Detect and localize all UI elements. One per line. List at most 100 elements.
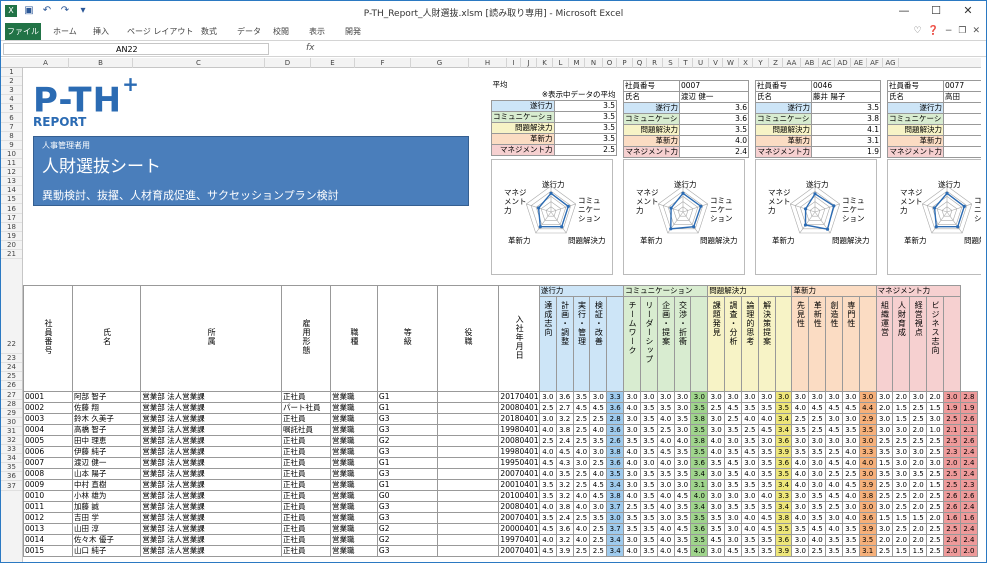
cell-score[interactable]: 3.5 [639,479,658,491]
cell-score[interactable]: 2.5 [926,435,944,447]
cell-score[interactable]: 3.5 [673,446,692,458]
cell-score[interactable]: 4.0 [707,435,726,447]
tab-file[interactable]: ファイル [5,23,41,40]
cell-score[interactable]: 3.0 [825,512,843,524]
cell-score[interactable]: 3.5 [639,402,658,414]
cell-score[interactable]: 3.0 [791,534,810,546]
cell-score[interactable]: 2.5 [572,545,591,557]
cell-score[interactable]: 3.6 [606,457,625,469]
cell-score[interactable]: 3.0 [926,413,944,425]
cell-score[interactable]: 4.5 [673,545,692,557]
row-header[interactable]: 18 [1,223,22,232]
column-header[interactable]: D [265,58,311,68]
cell-type[interactable]: 正社員 [280,501,332,513]
cell-score[interactable]: 3.6 [774,435,793,447]
column-header[interactable]: T [679,58,693,68]
cell-grade[interactable]: G2 [376,435,438,447]
cell-score[interactable]: 3.4 [774,479,793,491]
cell-score[interactable]: 3.0 [892,479,911,491]
cell-score[interactable]: 2.6 [959,435,979,447]
fx-icon[interactable]: fx [306,43,315,53]
cell-score[interactable]: 4.5 [724,545,742,557]
cell-score[interactable]: 3.0 [808,391,827,403]
cell-score[interactable]: 3.5 [707,523,726,535]
column-header[interactable]: C [133,58,265,68]
cell-name[interactable]: 山田 淳 [72,523,142,535]
cell-score[interactable]: 3.0 [639,457,658,469]
cell-score[interactable]: 2.5 [892,490,911,502]
cell-score[interactable]: 2.5 [724,413,742,425]
cell-job[interactable]: 営業職 [330,435,378,447]
row-header[interactable]: 20 [1,241,22,250]
cell-score[interactable]: 3.1 [690,479,709,491]
cell-post[interactable] [436,534,500,546]
cell-score[interactable]: 4.0 [589,424,608,436]
cell-post[interactable] [436,501,500,513]
cell-score[interactable]: 2.5 [942,468,961,480]
cell-score[interactable]: 4.5 [724,402,742,414]
cell-score[interactable]: 3.0 [724,435,742,447]
tab-view[interactable]: 表示 [309,26,325,37]
column-header[interactable]: B [69,58,133,68]
cell-score[interactable]: 2.0 [909,457,928,469]
row-header[interactable]: 21 [1,250,22,260]
cell-score[interactable]: 4.0 [740,523,759,535]
cell-score[interactable]: 4.5 [757,512,776,524]
cell-score[interactable]: 3.5 [606,468,625,480]
cell-score[interactable]: 3.0 [875,391,894,403]
cell-score[interactable]: 2.5 [791,413,810,425]
cell-date[interactable]: 19950401 [498,457,540,469]
cell-score[interactable]: 2.5 [892,523,911,535]
cell-score[interactable]: 2.5 [875,545,894,557]
cell-score[interactable]: 2.5 [926,490,944,502]
cell-score[interactable]: 2.5 [656,424,675,436]
cell-score[interactable]: 3.6 [555,391,574,403]
tab-review[interactable]: 校閲 [273,26,289,37]
cell-score[interactable]: 3.0 [942,391,961,403]
cell-score[interactable]: 3.0 [707,545,726,557]
cell-dept[interactable]: 営業部 法人営業課 [140,446,282,458]
row-header[interactable]: 23 [1,354,22,364]
cell-score[interactable]: 2.5 [572,424,591,436]
tab-home[interactable]: ホーム [53,26,77,37]
cell-score[interactable]: 3.0 [656,391,675,403]
cell-score[interactable]: 4.5 [825,402,843,414]
cell-score[interactable]: 3.0 [623,391,641,403]
column-header[interactable]: E [311,58,355,68]
cell-score[interactable]: 2.5 [572,468,591,480]
cell-score[interactable]: 2.6 [959,490,979,502]
cell-score[interactable]: 3.5 [791,424,810,436]
cell-score[interactable]: 2.1 [942,424,961,436]
cell-id[interactable]: 0008 [22,468,74,480]
cell-score[interactable]: 4.0 [623,457,641,469]
cell-score[interactable]: 2.5 [841,468,860,480]
cell-score[interactable]: 3.0 [808,468,827,480]
cell-score[interactable]: 1.5 [892,413,911,425]
column-header[interactable]: F [355,58,411,68]
cell-type[interactable]: 正社員 [280,490,332,502]
cell-dept[interactable]: 営業部 法人営業課 [140,490,282,502]
cell-score[interactable]: 3.5 [639,413,658,425]
cell-score[interactable]: 3.0 [538,413,557,425]
cell-score[interactable]: 3.5 [757,468,776,480]
cell-score[interactable]: 4.0 [858,457,877,469]
cell-id[interactable]: 0015 [22,545,74,557]
cell-id[interactable]: 0004 [22,424,74,436]
cell-score[interactable]: 2.0 [926,512,944,524]
cell-score[interactable]: 3.6 [690,523,709,535]
cell-score[interactable]: 3.5 [639,534,658,546]
cell-score[interactable]: 3.3 [774,490,793,502]
cell-score[interactable]: 3.5 [740,479,759,491]
cell-score[interactable]: 3.6 [606,402,625,414]
cell-score[interactable]: 3.0 [707,479,726,491]
cell-score[interactable]: 3.0 [572,457,591,469]
cell-dept[interactable]: 営業部 法人営業課 [140,424,282,436]
cell-job[interactable]: 営業職 [330,413,378,425]
cell-grade[interactable]: G3 [376,545,438,557]
minimize-button[interactable]: — [889,4,919,17]
cell-score[interactable]: 3.4 [690,501,709,513]
window-min-icon[interactable]: − [945,26,953,36]
cell-score[interactable]: 3.8 [858,490,877,502]
cell-score[interactable]: 2.5 [572,435,591,447]
cell-score[interactable]: 2.5 [942,435,961,447]
